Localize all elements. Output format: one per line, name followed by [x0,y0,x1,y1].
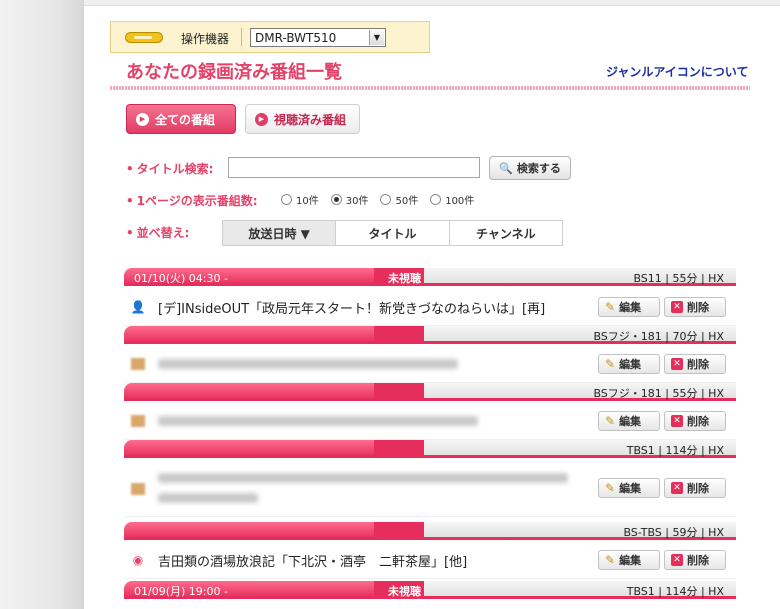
recorder-icon [125,32,163,43]
recording-row[interactable]: ✎ 編集 ✕ 削除 [124,402,736,440]
radio-button[interactable] [430,194,442,205]
music-icon: ◉ [132,553,144,567]
close-icon: ✕ [671,301,683,313]
recording-meta: BSフジ・181 | 70分 | HX [593,330,724,343]
pencil-icon: ✎ [605,553,616,567]
device-select-value: DMR-BWT510 [255,31,337,45]
pencil-icon: ✎ [605,357,616,371]
recording-header: BSフジ・181 | 55分 | HX [124,383,736,401]
recording-date: 01/10(火) 04:30 - [134,272,228,285]
per-page-option-100[interactable]: 100件 [430,192,474,207]
sort-label: • 並べ替え: [126,226,190,240]
close-icon: ✕ [671,554,683,566]
blurred-title [158,416,478,426]
recording-meta: BSフジ・181 | 55分 | HX [593,387,724,400]
close-icon: ✕ [671,415,683,427]
recording-date: 01/09(月) 19:00 - [134,585,228,598]
sort-tabs: 放送日時 ▼ タイトル チャンネル [222,220,563,246]
radio-button[interactable] [281,194,292,205]
blurred-title [158,473,568,483]
per-page-option-30[interactable]: 30件 [330,192,368,207]
title-search-input[interactable] [228,157,480,178]
play-icon: ▶ [136,112,149,126]
top-border [84,0,780,6]
sort-tab-broadcast-date[interactable]: 放送日時 ▼ [223,221,337,245]
delete-button[interactable]: ✕ 削除 [664,411,726,431]
edit-button[interactable]: ✎ 編集 [598,297,660,317]
recording-meta: BS11 | 55分 | HX [633,272,724,285]
recording-row[interactable]: 👤 [デ]INsideOUT「政局元年スタート！新党きづなのねらいは」[再] ✎… [124,288,736,326]
recording-meta: BS-TBS | 59分 | HX [623,526,724,539]
left-margin-shade [0,0,84,609]
recording-row[interactable]: ✎ 編集 ✕ 削除 [124,459,736,517]
recording-header: 01/09(月) 19:00 - 未視聴 TBS1 | 114分 | HX [124,581,736,599]
search-button[interactable]: 🔍 検索する [489,156,571,180]
delete-button[interactable]: ✕ 削除 [664,478,726,498]
title-divider [110,86,750,90]
recording-row[interactable]: ✎ 編集 ✕ 削除 [124,345,736,383]
recording-status: 未視聴 [388,272,421,285]
sort-tab-title[interactable]: タイトル [336,221,450,245]
blurred-title [158,493,258,503]
close-icon: ✕ [671,358,683,370]
pencil-icon: ✎ [605,414,616,428]
watched-programs-button[interactable]: ▶ 視聴済み番組 [245,104,360,134]
recording-header: BSフジ・181 | 70分 | HX [124,326,736,344]
food-icon [130,413,146,429]
edit-button[interactable]: ✎ 編集 [598,550,660,570]
recording-title[interactable]: 吉田類の酒場放浪記「下北沢・酒亭 二軒茶屋」[他] [158,551,467,570]
blurred-title [158,359,458,369]
search-icon: 🔍 [499,161,513,175]
delete-button[interactable]: ✕ 削除 [664,354,726,374]
recording-header: TBS1 | 114分 | HX [124,440,736,458]
close-icon: ✕ [671,482,683,494]
search-label: • タイトル検索: [126,162,214,176]
edit-button[interactable]: ✎ 編集 [598,354,660,374]
radio-button[interactable] [380,194,392,205]
recording-status: 未視聴 [388,585,421,598]
delete-button[interactable]: ✕ 削除 [664,297,726,317]
per-page-radio-group: 10件 30件 50件 100件 [281,192,474,207]
divider [241,28,242,46]
recording-header: 01/10(火) 04:30 - 未視聴 BS11 | 55分 | HX [124,268,736,286]
sort-tab-channel[interactable]: チャンネル [450,221,562,245]
play-icon: ▶ [255,112,268,126]
pencil-icon: ✎ [605,300,616,314]
person-icon: 👤 [130,300,146,314]
recording-header: BS-TBS | 59分 | HX [124,522,736,540]
delete-button[interactable]: ✕ 削除 [664,550,726,570]
recording-meta: TBS1 | 114分 | HX [626,585,724,598]
radio-button-checked[interactable] [330,194,342,205]
device-select[interactable]: DMR-BWT510 ▼ [250,28,386,47]
all-programs-button[interactable]: ▶ 全ての番組 [126,104,236,134]
watched-programs-label: 視聴済み番組 [274,112,347,127]
recording-row[interactable]: ◉ 吉田類の酒場放浪記「下北沢・酒亭 二軒茶屋」[他] ✎ 編集 ✕ 削除 [124,541,736,579]
all-programs-label: 全ての番組 [155,112,216,127]
edit-button[interactable]: ✎ 編集 [598,478,660,498]
pencil-icon: ✎ [605,481,616,495]
genre-icon-info-link[interactable]: ジャンルアイコンについて [606,63,748,80]
device-label: 操作機器 [181,32,230,46]
device-bar: 操作機器 DMR-BWT510 ▼ [110,21,430,53]
per-page-option-50[interactable]: 50件 [380,192,418,207]
per-page-label: • 1ページの表示番組数: [126,194,258,208]
food-icon [130,481,146,497]
food-icon [130,356,146,372]
edit-button[interactable]: ✎ 編集 [598,411,660,431]
search-button-label: 検索する [516,162,561,175]
recording-meta: TBS1 | 114分 | HX [626,444,724,457]
page-title: あなたの録画済み番組一覧 [126,62,342,83]
per-page-option-10[interactable]: 10件 [281,192,319,207]
chevron-down-icon[interactable]: ▼ [369,30,384,45]
recording-title[interactable]: [デ]INsideOUT「政局元年スタート！新党きづなのねらいは」[再] [158,298,545,317]
recordings-list: 01/10(火) 04:30 - 未視聴 BS11 | 55分 | HX 👤 [… [124,268,736,609]
